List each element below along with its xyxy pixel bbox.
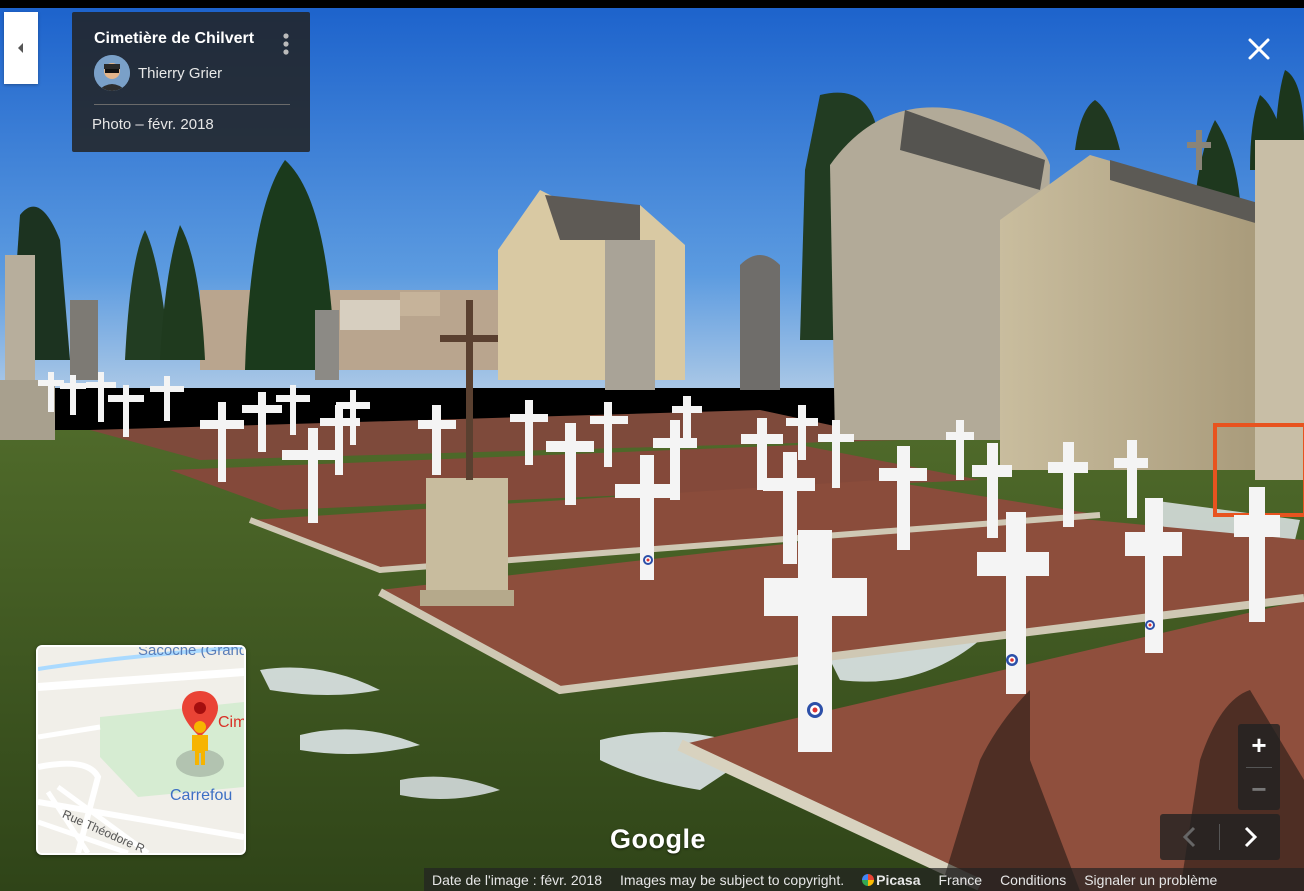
country-link[interactable]: France (938, 872, 982, 888)
photo-date: Photo – févr. 2018 (92, 116, 214, 133)
place-info-card: Cimetière de Chilvert Thierry Grier Phot… (72, 12, 310, 152)
back-button[interactable] (4, 12, 38, 84)
picasa-attribution[interactable]: Picasa (862, 872, 920, 888)
more-options-button[interactable] (276, 30, 296, 58)
previous-photo-button[interactable] (1160, 814, 1220, 860)
author-row[interactable]: Thierry Grier (94, 55, 222, 91)
terms-link[interactable]: Conditions (1000, 872, 1066, 888)
zoom-out-button[interactable]: − (1238, 768, 1280, 810)
next-photo-button[interactable] (1220, 814, 1280, 860)
pegman-icon (176, 721, 224, 777)
street-view-panorama[interactable]: Cimetière de Chilvert Thierry Grier Phot… (0, 0, 1304, 891)
map-label-store: Carrefou (170, 787, 233, 804)
chevron-left-icon (18, 43, 23, 53)
picasa-label: Picasa (876, 871, 921, 888)
google-logo: Google (610, 824, 706, 854)
zoom-in-button[interactable]: + (1238, 724, 1280, 766)
zoom-control: + − (1238, 724, 1280, 810)
picasa-icon (862, 873, 875, 886)
report-problem-link[interactable]: Signaler un problème (1084, 872, 1217, 888)
image-date: Date de l'image : févr. 2018 (432, 871, 602, 888)
minimap[interactable]: Sacoche (Grand Cim Carrefou Rue Théodore… (36, 645, 246, 855)
footer-bar: Date de l'image : févr. 2018 Images may … (424, 868, 1304, 891)
map-label-top: Sacoche (Grand (138, 645, 246, 659)
divider (94, 104, 290, 105)
close-icon (1248, 38, 1270, 60)
chevron-left-icon (1182, 826, 1196, 848)
close-button[interactable] (1244, 34, 1274, 64)
avatar[interactable] (94, 55, 130, 91)
chevron-right-icon (1244, 826, 1258, 848)
photo-navigation (1160, 814, 1280, 860)
more-vert-icon (283, 33, 289, 55)
copyright-notice: Images may be subject to copyright. (620, 871, 845, 888)
place-title[interactable]: Cimetière de Chilvert (94, 30, 254, 48)
author-name[interactable]: Thierry Grier (138, 65, 222, 82)
